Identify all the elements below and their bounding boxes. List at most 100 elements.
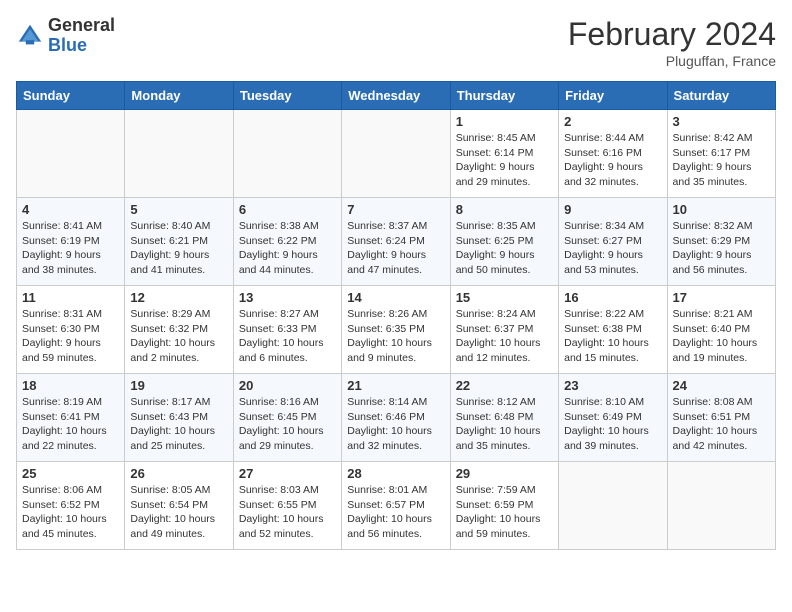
calendar-day-cell: 13 Sunrise: 8:27 AM Sunset: 6:33 PM Dayli…: [233, 286, 341, 374]
day-info: Sunrise: 8:10 AM Sunset: 6:49 PM Dayligh…: [564, 395, 661, 454]
calendar-week-row: 1 Sunrise: 8:45 AM Sunset: 6:14 PM Daylig…: [17, 110, 776, 198]
day-number: 1: [456, 114, 553, 129]
calendar-day-cell: 19 Sunrise: 8:17 AM Sunset: 6:43 PM Dayli…: [125, 374, 233, 462]
day-info: Sunrise: 7:59 AM Sunset: 6:59 PM Dayligh…: [456, 483, 553, 542]
day-info: Sunrise: 8:24 AM Sunset: 6:37 PM Dayligh…: [456, 307, 553, 366]
day-info: Sunrise: 8:03 AM Sunset: 6:55 PM Dayligh…: [239, 483, 336, 542]
calendar-day-cell: 23Sunrise: 8:10 AM Sunset: 6:49 PM Dayli…: [559, 374, 667, 462]
logo-general: General: [48, 15, 115, 35]
day-number: 19: [130, 378, 227, 393]
day-number: 16: [564, 290, 661, 305]
logo-text: General Blue: [48, 16, 115, 56]
calendar-day-cell: 26 Sunrise: 8:05 AM Sunset: 6:54 PM Dayli…: [125, 462, 233, 550]
day-number: 20: [239, 378, 336, 393]
day-number: 4: [22, 202, 119, 217]
day-number: 12: [130, 290, 227, 305]
day-number: 15: [456, 290, 553, 305]
calendar-day-cell: [342, 110, 450, 198]
day-number: 7: [347, 202, 444, 217]
calendar-day-cell: 27 Sunrise: 8:03 AM Sunset: 6:55 PM Dayli…: [233, 462, 341, 550]
day-info: Sunrise: 8:41 AM Sunset: 6:19 PM Dayligh…: [22, 219, 119, 278]
calendar-day-cell: 18 Sunrise: 8:19 AM Sunset: 6:41 PM Dayli…: [17, 374, 125, 462]
col-header-thursday: Thursday: [450, 82, 558, 110]
page-header: General Blue February 2024 Pluguffan, Fr…: [16, 16, 776, 69]
day-info: Sunrise: 8:31 AM Sunset: 6:30 PM Dayligh…: [22, 307, 119, 366]
calendar-day-cell: 12 Sunrise: 8:29 AM Sunset: 6:32 PM Dayli…: [125, 286, 233, 374]
logo-icon: [16, 22, 44, 50]
day-number: 3: [673, 114, 770, 129]
calendar-day-cell: 24 Sunrise: 8:08 AM Sunset: 6:51 PM Dayli…: [667, 374, 775, 462]
calendar-week-row: 11 Sunrise: 8:31 AM Sunset: 6:30 PM Dayli…: [17, 286, 776, 374]
day-info: Sunrise: 8:35 AM Sunset: 6:25 PM Dayligh…: [456, 219, 553, 278]
day-info: Sunrise: 8:42 AM Sunset: 6:17 PM Dayligh…: [673, 131, 770, 190]
calendar-day-cell: 21 Sunrise: 8:14 AM Sunset: 6:46 PM Dayli…: [342, 374, 450, 462]
subtitle: Pluguffan, France: [568, 53, 776, 69]
calendar-table: SundayMondayTuesdayWednesdayThursdayFrid…: [16, 81, 776, 550]
day-number: 28: [347, 466, 444, 481]
day-info: Sunrise: 8:27 AM Sunset: 6:33 PM Dayligh…: [239, 307, 336, 366]
day-info: Sunrise: 8:01 AM Sunset: 6:57 PM Dayligh…: [347, 483, 444, 542]
calendar-day-cell: 9Sunrise: 8:34 AM Sunset: 6:27 PM Daylig…: [559, 198, 667, 286]
day-number: 25: [22, 466, 119, 481]
title-block: February 2024 Pluguffan, France: [568, 16, 776, 69]
day-number: 6: [239, 202, 336, 217]
day-number: 2: [564, 114, 661, 129]
day-info: Sunrise: 8:14 AM Sunset: 6:46 PM Dayligh…: [347, 395, 444, 454]
day-number: 24: [673, 378, 770, 393]
day-number: 10: [673, 202, 770, 217]
calendar-day-cell: 29Sunrise: 7:59 AM Sunset: 6:59 PM Dayli…: [450, 462, 558, 550]
day-info: Sunrise: 8:12 AM Sunset: 6:48 PM Dayligh…: [456, 395, 553, 454]
calendar-day-cell: 25 Sunrise: 8:06 AM Sunset: 6:52 PM Dayli…: [17, 462, 125, 550]
day-info: Sunrise: 8:44 AM Sunset: 6:16 PM Dayligh…: [564, 131, 661, 190]
calendar-day-cell: 15 Sunrise: 8:24 AM Sunset: 6:37 PM Dayli…: [450, 286, 558, 374]
col-header-monday: Monday: [125, 82, 233, 110]
day-number: 11: [22, 290, 119, 305]
calendar-day-cell: 4 Sunrise: 8:41 AM Sunset: 6:19 PM Daylig…: [17, 198, 125, 286]
day-number: 5: [130, 202, 227, 217]
day-number: 27: [239, 466, 336, 481]
calendar-day-cell: 14 Sunrise: 8:26 AM Sunset: 6:35 PM Dayli…: [342, 286, 450, 374]
calendar-day-cell: 28 Sunrise: 8:01 AM Sunset: 6:57 PM Dayli…: [342, 462, 450, 550]
day-number: 21: [347, 378, 444, 393]
day-number: 26: [130, 466, 227, 481]
day-number: 8: [456, 202, 553, 217]
logo: General Blue: [16, 16, 115, 56]
calendar-day-cell: [17, 110, 125, 198]
day-number: 18: [22, 378, 119, 393]
day-info: Sunrise: 8:21 AM Sunset: 6:40 PM Dayligh…: [673, 307, 770, 366]
calendar-day-cell: 16 Sunrise: 8:22 AM Sunset: 6:38 PM Dayli…: [559, 286, 667, 374]
calendar-day-cell: 17 Sunrise: 8:21 AM Sunset: 6:40 PM Dayli…: [667, 286, 775, 374]
calendar-week-row: 4 Sunrise: 8:41 AM Sunset: 6:19 PM Daylig…: [17, 198, 776, 286]
day-info: Sunrise: 8:16 AM Sunset: 6:45 PM Dayligh…: [239, 395, 336, 454]
logo-blue: Blue: [48, 35, 87, 55]
calendar-day-cell: 11 Sunrise: 8:31 AM Sunset: 6:30 PM Dayli…: [17, 286, 125, 374]
calendar-day-cell: 6Sunrise: 8:38 AM Sunset: 6:22 PM Daylig…: [233, 198, 341, 286]
day-number: 9: [564, 202, 661, 217]
day-info: Sunrise: 8:22 AM Sunset: 6:38 PM Dayligh…: [564, 307, 661, 366]
calendar-day-cell: 7Sunrise: 8:37 AM Sunset: 6:24 PM Daylig…: [342, 198, 450, 286]
day-info: Sunrise: 8:26 AM Sunset: 6:35 PM Dayligh…: [347, 307, 444, 366]
day-info: Sunrise: 8:06 AM Sunset: 6:52 PM Dayligh…: [22, 483, 119, 542]
calendar-day-cell: [125, 110, 233, 198]
day-info: Sunrise: 8:29 AM Sunset: 6:32 PM Dayligh…: [130, 307, 227, 366]
calendar-header-row: SundayMondayTuesdayWednesdayThursdayFrid…: [17, 82, 776, 110]
day-info: Sunrise: 8:17 AM Sunset: 6:43 PM Dayligh…: [130, 395, 227, 454]
day-info: Sunrise: 8:08 AM Sunset: 6:51 PM Dayligh…: [673, 395, 770, 454]
day-number: 13: [239, 290, 336, 305]
day-number: 17: [673, 290, 770, 305]
calendar-day-cell: 2 Sunrise: 8:44 AM Sunset: 6:16 PM Daylig…: [559, 110, 667, 198]
calendar-week-row: 18 Sunrise: 8:19 AM Sunset: 6:41 PM Dayli…: [17, 374, 776, 462]
day-info: Sunrise: 8:45 AM Sunset: 6:14 PM Dayligh…: [456, 131, 553, 190]
day-info: Sunrise: 8:05 AM Sunset: 6:54 PM Dayligh…: [130, 483, 227, 542]
day-info: Sunrise: 8:19 AM Sunset: 6:41 PM Dayligh…: [22, 395, 119, 454]
day-info: Sunrise: 8:40 AM Sunset: 6:21 PM Dayligh…: [130, 219, 227, 278]
calendar-day-cell: 5 Sunrise: 8:40 AM Sunset: 6:21 PM Daylig…: [125, 198, 233, 286]
calendar-day-cell: 22Sunrise: 8:12 AM Sunset: 6:48 PM Dayli…: [450, 374, 558, 462]
calendar-day-cell: [667, 462, 775, 550]
calendar-day-cell: 8 Sunrise: 8:35 AM Sunset: 6:25 PM Daylig…: [450, 198, 558, 286]
month-title: February 2024: [568, 16, 776, 53]
calendar-week-row: 25 Sunrise: 8:06 AM Sunset: 6:52 PM Dayli…: [17, 462, 776, 550]
day-number: 14: [347, 290, 444, 305]
calendar-day-cell: 20 Sunrise: 8:16 AM Sunset: 6:45 PM Dayli…: [233, 374, 341, 462]
col-header-friday: Friday: [559, 82, 667, 110]
